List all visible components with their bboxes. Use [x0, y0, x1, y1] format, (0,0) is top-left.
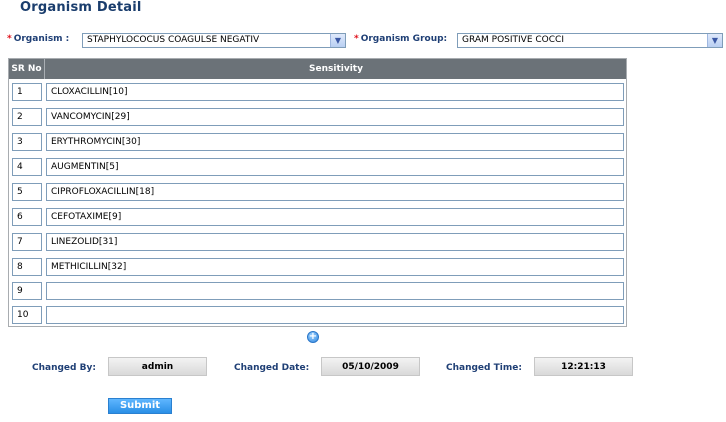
- plus-circle-icon[interactable]: +: [307, 331, 319, 343]
- table-row: 6 CEFOTAXIME[9]: [9, 208, 626, 228]
- sensitivity-field[interactable]: CLOXACILLIN[10]: [46, 83, 624, 101]
- table-row: 7 LINEZOLID[31]: [9, 233, 626, 253]
- changed-by-value: admin: [108, 357, 207, 376]
- sr-no-field[interactable]: 7: [12, 233, 42, 251]
- table-row: 9: [9, 282, 626, 302]
- sr-no-field[interactable]: 8: [12, 258, 42, 276]
- sensitivity-field[interactable]: AUGMENTIN[5]: [46, 158, 624, 176]
- table-row: 3 ERYTHROMYCIN[30]: [9, 133, 626, 153]
- chevron-down-icon[interactable]: ▼: [330, 34, 345, 47]
- sr-no-field[interactable]: 9: [12, 282, 42, 300]
- organism-select[interactable]: STAPHYLOCOCUS COAGULSE NEGATIV ▼: [82, 33, 346, 48]
- changed-date-label: Changed Date:: [234, 363, 310, 373]
- grid-header: SR No Sensitivity: [9, 59, 626, 79]
- sensitivity-field[interactable]: ERYTHROMYCIN[30]: [46, 133, 624, 151]
- organism-group-label-wrap: * Organism Group:: [354, 34, 447, 44]
- table-row: 2 VANCOMYCIN[29]: [9, 108, 626, 128]
- organism-group-label: Organism Group:: [360, 34, 448, 44]
- required-marker: *: [7, 34, 12, 44]
- sensitivity-field[interactable]: VANCOMYCIN[29]: [46, 108, 624, 126]
- sr-no-field[interactable]: 1: [12, 83, 42, 101]
- sr-no-field[interactable]: 10: [12, 306, 42, 324]
- sensitivity-field[interactable]: CIPROFLOXACILLIN[18]: [46, 183, 624, 201]
- sensitivity-field[interactable]: METHICILLIN[32]: [46, 258, 624, 276]
- required-marker: *: [354, 34, 359, 44]
- organism-group-select-value: GRAM POSITIVE COCCI: [462, 35, 564, 45]
- changed-by-label: Changed By:: [32, 363, 96, 373]
- sensitivity-grid: SR No Sensitivity 1 CLOXACILLIN[10] 2 VA…: [8, 58, 627, 327]
- sensitivity-field[interactable]: [46, 306, 624, 324]
- sr-no-field[interactable]: 2: [12, 108, 42, 126]
- organism-select-value: STAPHYLOCOCUS COAGULSE NEGATIV: [87, 35, 260, 45]
- table-row: 1 CLOXACILLIN[10]: [9, 83, 626, 103]
- sensitivity-field[interactable]: CEFOTAXIME[9]: [46, 208, 624, 226]
- table-row: 10: [9, 306, 626, 326]
- sr-no-field[interactable]: 5: [12, 183, 42, 201]
- submit-button[interactable]: Submit: [108, 398, 172, 414]
- changed-time-label: Changed Time:: [446, 363, 522, 373]
- chevron-down-icon[interactable]: ▼: [707, 34, 722, 47]
- table-row: 5 CIPROFLOXACILLIN[18]: [9, 183, 626, 203]
- organism-label-wrap: * Organism :: [7, 34, 69, 44]
- sr-no-field[interactable]: 4: [12, 158, 42, 176]
- sensitivity-field[interactable]: LINEZOLID[31]: [46, 233, 624, 251]
- organism-label: Organism :: [13, 34, 70, 44]
- changed-date-value: 05/10/2009: [321, 357, 420, 376]
- sensitivity-field[interactable]: [46, 282, 624, 300]
- organism-detail-page: Organism Detail * Organism : STAPHYLOCOCU…: [0, 0, 726, 422]
- changed-time-value: 12:21:13: [534, 357, 633, 376]
- sensitivity-header: Sensitivity: [309, 64, 363, 74]
- sr-no-header: SR No: [9, 59, 45, 79]
- page-title: Organism Detail: [20, 0, 142, 15]
- table-row: 4 AUGMENTIN[5]: [9, 158, 626, 178]
- organism-group-select[interactable]: GRAM POSITIVE COCCI ▼: [457, 33, 723, 48]
- sr-no-field[interactable]: 3: [12, 133, 42, 151]
- table-row: 8 METHICILLIN[32]: [9, 258, 626, 278]
- sr-no-field[interactable]: 6: [12, 208, 42, 226]
